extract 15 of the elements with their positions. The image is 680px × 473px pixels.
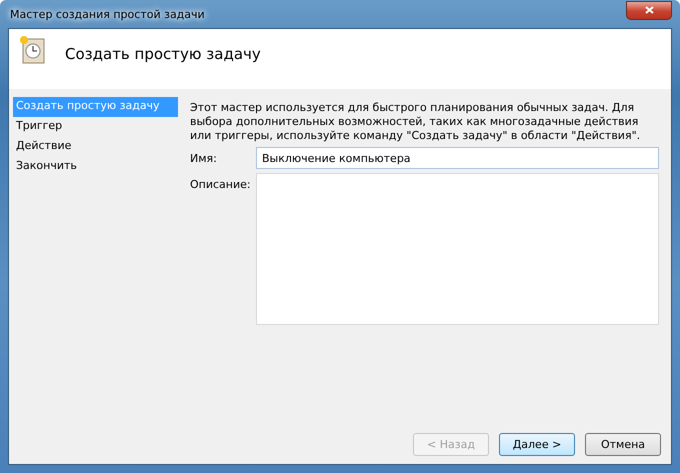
window-title: Мастер создания простой задачи	[9, 8, 205, 20]
description-text: Этот мастер используется для быстрого планирования обычных задач. Для выбора дополнительных возможностей, таких как многозадачные действия или триггеры, используйте команду "Создать задачу" в области "Действия".	[190, 101, 642, 143]
step-item[interactable]: Закончить	[13, 157, 178, 177]
calendar-clock-icon	[19, 35, 45, 65]
wizard-button[interactable]: Далее >	[499, 433, 575, 456]
step-item[interactable]: Триггер	[13, 117, 178, 137]
wizard-button[interactable]: Отмена	[585, 433, 661, 456]
close-icon	[644, 6, 654, 14]
field-label: Имя:	[190, 151, 218, 165]
page-title: Создать простую задачу	[65, 45, 261, 63]
name-field[interactable]: Выключение компьютера	[256, 147, 659, 169]
field-label: Описание:	[190, 177, 252, 191]
step-item[interactable]: Действие	[13, 137, 178, 157]
description-field[interactable]	[256, 173, 659, 325]
close-button[interactable]	[626, 0, 672, 20]
